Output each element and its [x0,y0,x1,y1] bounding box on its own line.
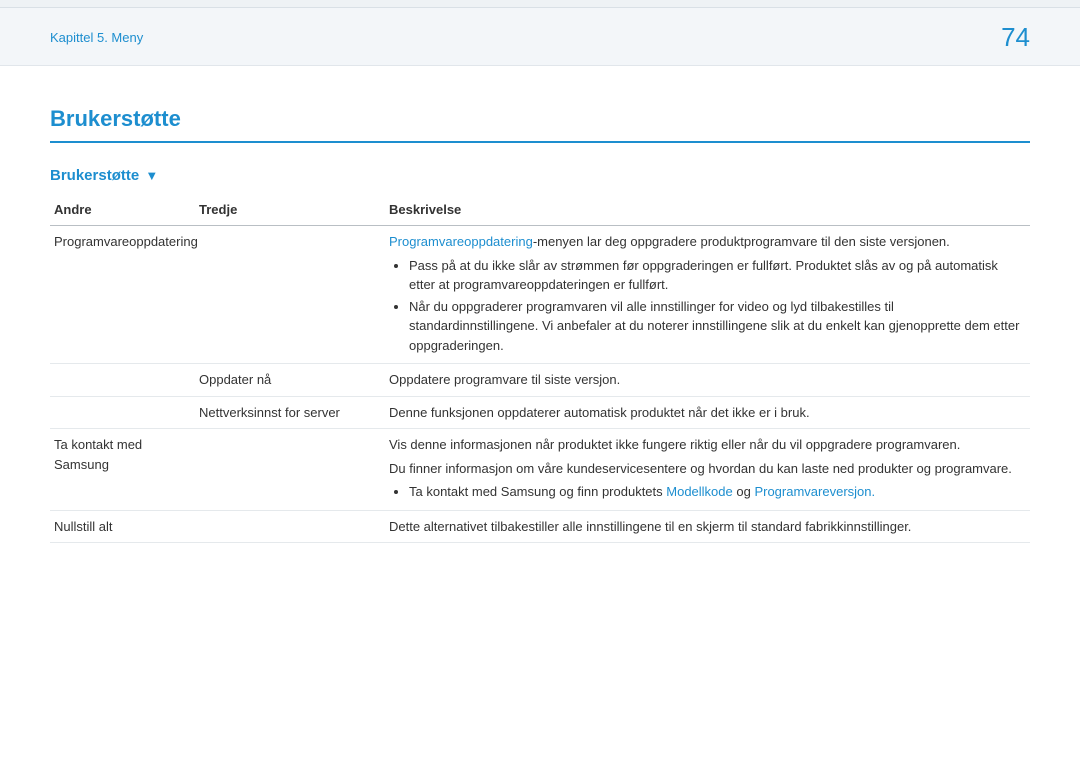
menu-table: Andre Tredje Beskrivelse Programvareoppd… [50,194,1030,544]
bullet-item: Pass på at du ikke slår av strømmen før … [409,256,1026,295]
col-header-beskrivelse: Beskrivelse [385,194,1030,226]
bullet-list: Ta kontakt med Samsung og finn produktet… [389,482,1026,502]
software-version-link: Programvareversjon. [754,484,875,499]
andre-cell: Programvareoppdatering [50,226,195,364]
description-line: Vis denne informasjonen når produktet ik… [389,435,1026,455]
andre-cell: Nullstill alt [50,510,195,543]
inline-text: Ta kontakt med Samsung og finn produktet… [409,484,666,499]
page-body: Brukerstøtte Brukerstøtte ▼ Andre Tredje… [0,66,1080,543]
tredje-cell [195,510,385,543]
table-header-row: Andre Tredje Beskrivelse [50,194,1030,226]
subsection-label: Brukerstøtte [50,167,139,184]
description-cell: Dette alternativet tilbakestiller alle i… [385,510,1030,543]
andre-cell [50,364,195,397]
model-code-link: Modellkode [666,484,733,499]
chapter-label: Kapittel 5. Meny [50,28,143,48]
table-row: Oppdater nå Oppdatere programvare til si… [50,364,1030,397]
tredje-cell [195,429,385,511]
description-cell: Vis denne informasjonen når produktet ik… [385,429,1030,511]
table-row: Nullstill alt Dette alternativet tilbake… [50,510,1030,543]
section-title: Brukerstøtte [50,102,1030,143]
inline-text: og [733,484,755,499]
table-row: Nettverksinnst for server Denne funksjon… [50,396,1030,429]
tredje-cell [195,226,385,364]
col-header-tredje: Tredje [195,194,385,226]
tredje-cell: Oppdater nå [195,364,385,397]
description-cell: Denne funksjonen oppdaterer automatisk p… [385,396,1030,429]
col-header-andre: Andre [50,194,195,226]
description-line: Du finner informasjon om våre kundeservi… [389,459,1026,479]
tredje-cell: Nettverksinnst for server [195,396,385,429]
table-row: Ta kontakt med Samsung Vis denne informa… [50,429,1030,511]
caret-down-icon: ▼ [145,166,158,186]
table-row: Programvareoppdatering Programvareoppdat… [50,226,1030,364]
bullet-item: Ta kontakt med Samsung og finn produktet… [409,482,1026,502]
inline-menu-name: Programvareoppdatering [389,234,533,249]
page-number: 74 [1001,18,1030,57]
inline-text: -menyen lar deg oppgradere produktprogra… [533,234,950,249]
bullet-item: Når du oppgraderer programvaren vil alle… [409,297,1026,356]
andre-cell: Ta kontakt med Samsung [50,429,195,511]
description-cell: Oppdatere programvare til siste versjon. [385,364,1030,397]
top-decorative-strip [0,0,1080,8]
description-cell: Programvareoppdatering-menyen lar deg op… [385,226,1030,364]
subsection-heading: Brukerstøtte ▼ [50,165,1030,188]
andre-cell [50,396,195,429]
bullet-list: Pass på at du ikke slår av strømmen før … [389,256,1026,356]
page-header: Kapittel 5. Meny 74 [0,8,1080,66]
